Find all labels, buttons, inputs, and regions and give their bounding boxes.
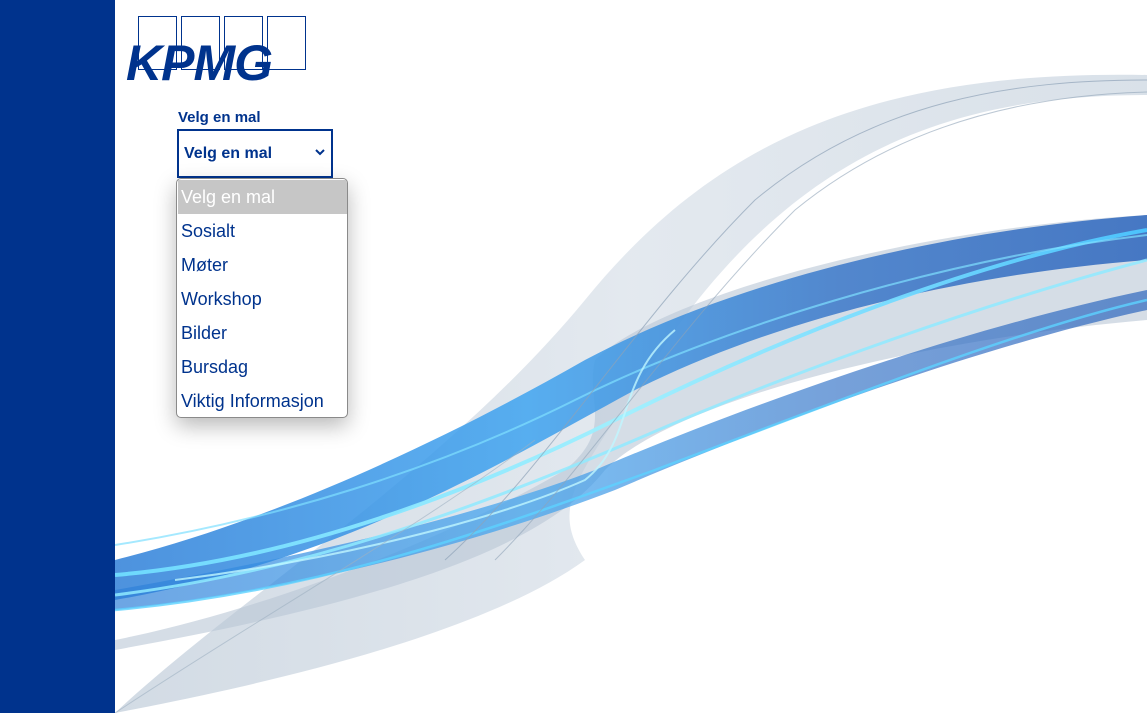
dropdown-option-velg-en-mal[interactable]: Velg en mal bbox=[178, 180, 347, 214]
brand-sidebar bbox=[0, 0, 115, 713]
dropdown-option-bursdag[interactable]: Bursdag bbox=[178, 350, 347, 384]
logo-wordmark: KPMG bbox=[126, 35, 273, 91]
template-select[interactable]: Velg en mal bbox=[177, 129, 333, 178]
dropdown-option-bilder[interactable]: Bilder bbox=[178, 316, 347, 350]
dropdown-option-moter[interactable]: Møter bbox=[178, 248, 347, 282]
dropdown-option-workshop[interactable]: Workshop bbox=[178, 282, 347, 316]
kpmg-logo: KPMG bbox=[126, 14, 312, 92]
template-dropdown-list: Velg en mal Sosialt Møter Workshop Bilde… bbox=[176, 178, 348, 418]
page: KPMG Velg en mal Velg en mal Velg en mal… bbox=[0, 0, 1147, 713]
template-select-value: Velg en mal bbox=[184, 145, 273, 162]
dropdown-option-viktig-informasjon[interactable]: Viktig Informasjon bbox=[178, 384, 347, 417]
chevron-down-icon bbox=[315, 149, 325, 156]
dropdown-option-sosialt[interactable]: Sosialt bbox=[178, 214, 347, 248]
template-select-label: Velg en mal bbox=[178, 109, 261, 126]
logo-box-4 bbox=[267, 16, 306, 70]
